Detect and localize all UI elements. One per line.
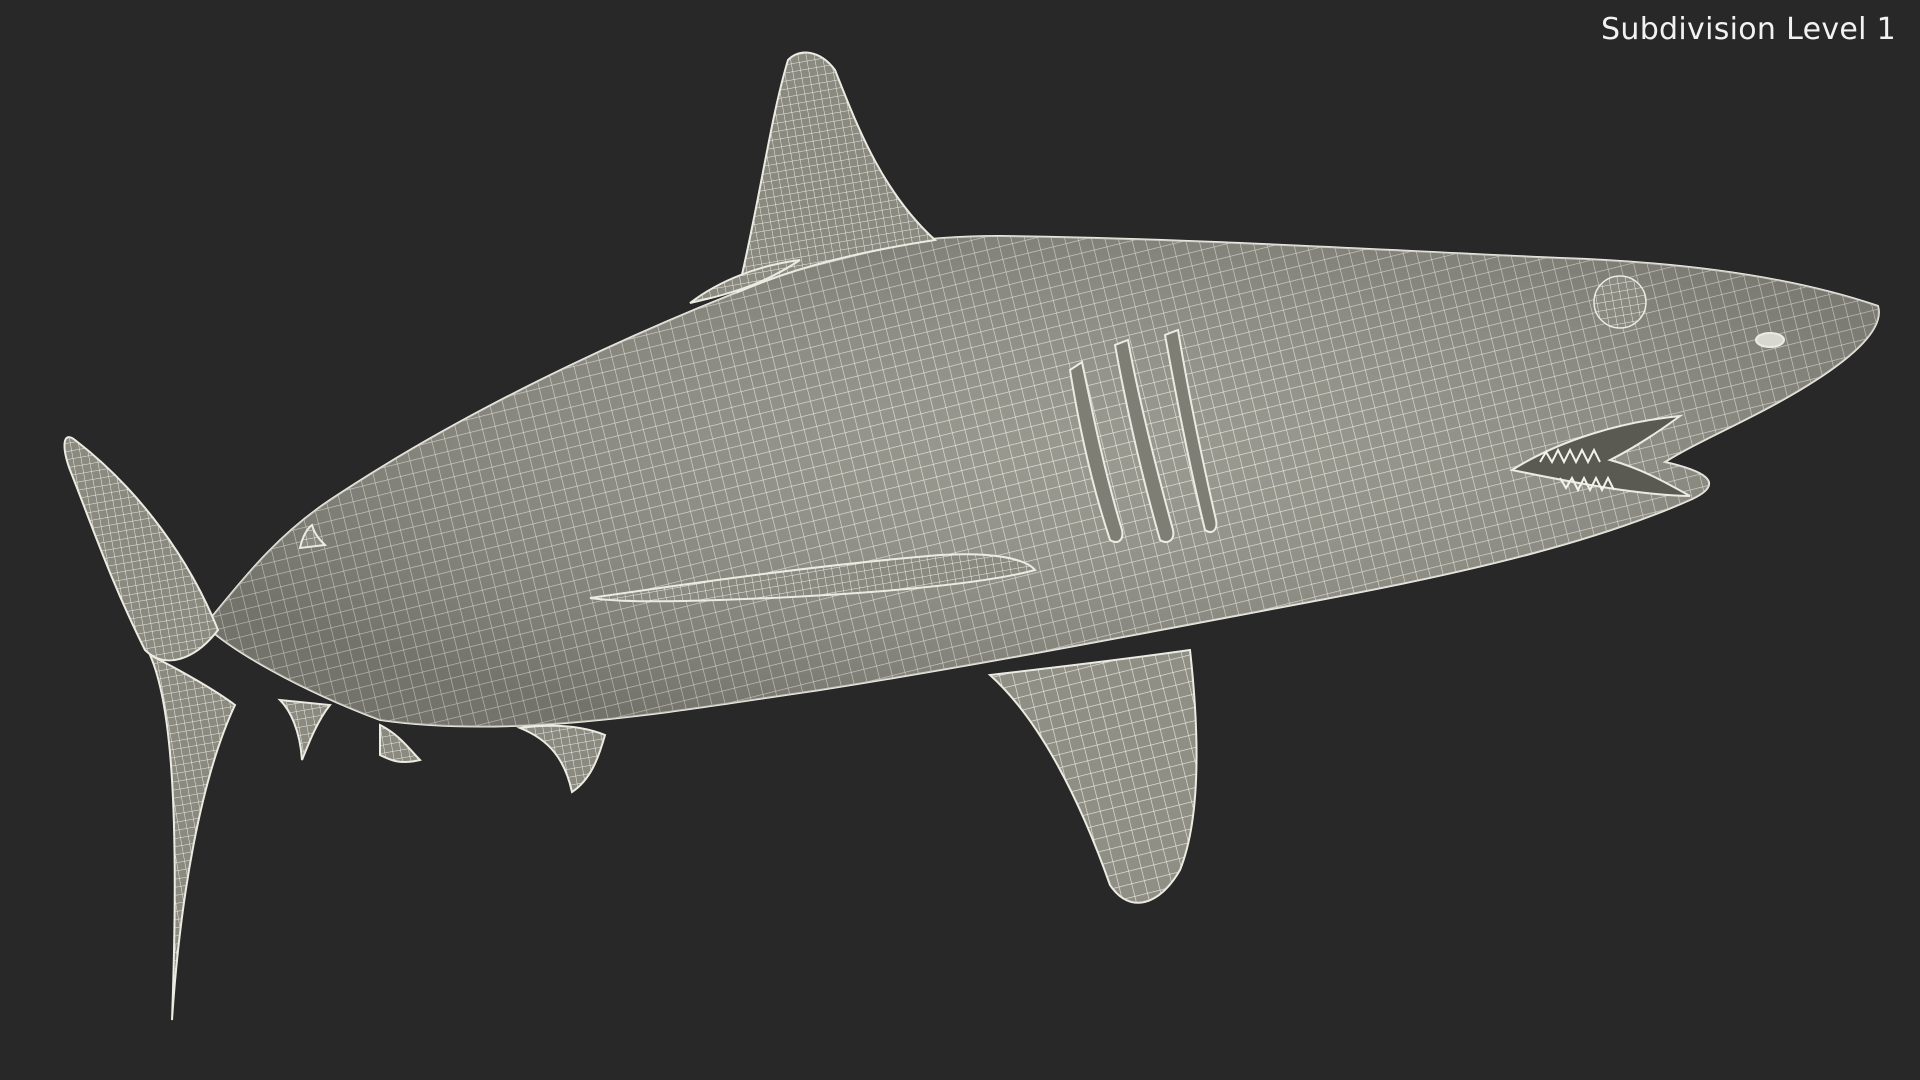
tail-fin-upper [63, 436, 220, 662]
shark-wireframe-model [63, 51, 1880, 1021]
subdivision-level-label: Subdivision Level 1 [1601, 12, 1896, 47]
head-mesh-pole [1593, 275, 1647, 329]
tail-fin-lower [147, 652, 237, 1021]
pectoral-fin [987, 648, 1198, 904]
pelvic-fin [516, 724, 607, 794]
shark-eye [1755, 332, 1785, 348]
anal-fin [277, 698, 332, 761]
second-anal-fin [379, 723, 422, 764]
render-viewport: Subdivision Level 1 [0, 0, 1920, 1080]
